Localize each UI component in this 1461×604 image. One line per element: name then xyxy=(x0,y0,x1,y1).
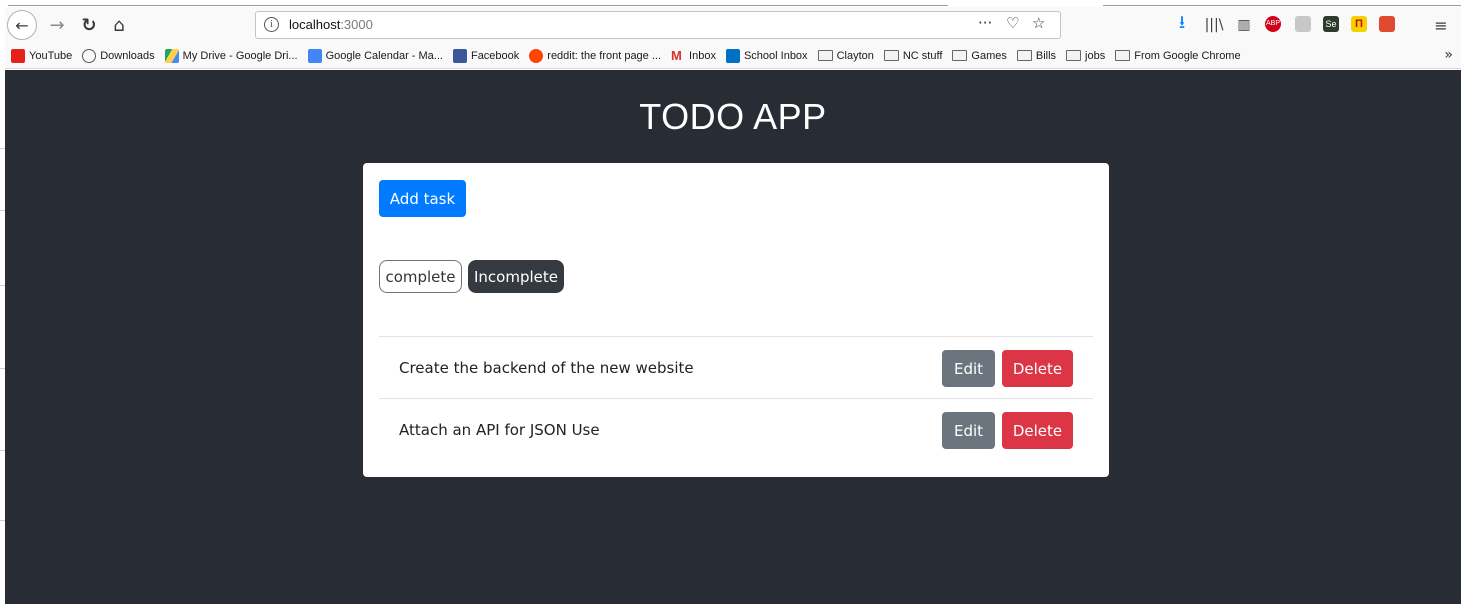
folder-icon xyxy=(1066,50,1082,61)
edit-task-button[interactable]: Edit xyxy=(942,350,995,387)
bookmark-reddit[interactable]: reddit: the front page ... xyxy=(529,48,662,63)
globe-icon xyxy=(82,48,97,63)
outlook-icon xyxy=(725,48,740,63)
home-button[interactable]: ⌂ xyxy=(107,11,131,39)
filter-complete-button[interactable]: complete xyxy=(379,260,462,293)
youtube-icon xyxy=(11,48,25,63)
extension-grey-icon[interactable] xyxy=(1295,16,1311,32)
folder-icon xyxy=(1115,50,1131,61)
extension-red-icon[interactable] xyxy=(1379,16,1395,32)
bookmark-label: Downloads xyxy=(100,49,155,62)
url-bar[interactable]: i localhost:3000 ··· ♡ ☆ xyxy=(255,11,1061,39)
bookmark-label: Google Calendar - Ma... xyxy=(325,49,443,62)
bookmark-folder-jobs[interactable]: jobs xyxy=(1066,50,1105,62)
drive-icon xyxy=(164,48,179,63)
delete-task-button[interactable]: Delete xyxy=(1002,412,1073,449)
info-icon[interactable]: i xyxy=(264,17,279,32)
task-label: Attach an API for JSON Use xyxy=(399,421,600,439)
calendar-icon xyxy=(307,48,322,63)
bookmark-my-drive[interactable]: My Drive - Google Dri... xyxy=(164,48,298,63)
home-icon: ⌂ xyxy=(113,14,125,36)
arrow-left-icon: ← xyxy=(15,15,29,35)
star-icon[interactable]: ☆ xyxy=(1032,14,1045,32)
bookmark-youtube[interactable]: YouTube xyxy=(11,48,73,63)
todo-card: Add task complete Incomplete Create the … xyxy=(363,163,1109,477)
bookmark-label: Inbox xyxy=(689,49,716,62)
folder-icon xyxy=(952,50,968,61)
bookmark-label: Bills xyxy=(1035,49,1057,62)
bookmark-folder-from-google-chrome[interactable]: From Google Chrome xyxy=(1115,49,1241,62)
facebook-icon xyxy=(452,48,467,63)
url-text[interactable]: localhost:3000 xyxy=(289,17,373,32)
url-host: localhost xyxy=(289,17,341,32)
window-top-strip xyxy=(0,0,1461,7)
task-row: Create the backend of the new website Ed… xyxy=(379,337,1093,399)
bookmark-label: jobs xyxy=(1085,49,1106,62)
adblock-icon[interactable]: ABP xyxy=(1265,16,1281,32)
top-divider-left xyxy=(8,5,948,6)
delete-task-button[interactable]: Delete xyxy=(1002,350,1073,387)
bookmark-label: Games xyxy=(971,49,1007,62)
bookmark-label: NC stuff xyxy=(902,49,943,62)
ellipsis-icon[interactable]: ··· xyxy=(978,14,992,32)
bookmark-label: From Google Chrome xyxy=(1134,49,1241,62)
folder-icon xyxy=(817,50,833,61)
bookmark-label: Facebook xyxy=(470,49,520,62)
folder-icon xyxy=(1016,50,1032,61)
pocket-icon[interactable]: ♡ xyxy=(1006,14,1019,32)
arrow-right-icon: → xyxy=(49,14,65,36)
bookmark-label: My Drive - Google Dri... xyxy=(182,49,298,62)
back-button[interactable]: ← xyxy=(7,10,37,40)
folder-icon xyxy=(883,50,899,61)
bookmark-label: reddit: the front page ... xyxy=(547,49,662,62)
filter-incomplete-button[interactable]: Incomplete xyxy=(468,260,564,293)
task-label: Create the backend of the new website xyxy=(399,359,694,377)
bookmark-folder-bills[interactable]: Bills xyxy=(1016,49,1057,62)
task-row: Attach an API for JSON Use Edit Delete xyxy=(379,399,1093,461)
bookmarks-overflow-button[interactable]: » xyxy=(1444,47,1453,63)
edit-task-button[interactable]: Edit xyxy=(942,412,995,449)
app-viewport: TODO APP Add task complete Incomplete Cr… xyxy=(5,70,1461,604)
library-icon[interactable]: |||\ xyxy=(1203,11,1225,39)
gmail-icon: M xyxy=(671,47,682,63)
bookmarks-toolbar: YouTube Downloads My Drive - Google Dri.… xyxy=(5,43,1461,69)
selenium-icon[interactable]: Se xyxy=(1323,16,1339,32)
bookmark-folder-games[interactable]: Games xyxy=(952,49,1007,62)
bookmark-google-calendar[interactable]: Google Calendar - Ma... xyxy=(307,48,443,63)
left-window-edge xyxy=(0,0,5,604)
url-port: :3000 xyxy=(340,17,373,32)
hamburger-icon[interactable]: ≡ xyxy=(1429,11,1453,39)
reload-button[interactable]: ↻ xyxy=(77,11,101,39)
bookmark-folder-nc-stuff[interactable]: NC stuff xyxy=(883,49,943,62)
bookmark-label: Clayton xyxy=(836,49,874,62)
add-task-button[interactable]: Add task xyxy=(379,180,466,217)
download-icon[interactable]: ⭳ xyxy=(1171,11,1193,39)
bookmark-label: YouTube xyxy=(29,49,73,62)
bookmark-facebook[interactable]: Facebook xyxy=(452,48,520,63)
forward-button[interactable]: → xyxy=(45,11,69,39)
browser-toolbar: ← → ↻ ⌂ i localhost:3000 ··· ♡ ☆ ⭳ |||\ … xyxy=(5,7,1461,43)
bookmark-inbox[interactable]: M Inbox xyxy=(671,47,716,63)
page-title: TODO APP xyxy=(639,96,827,137)
bookmark-downloads[interactable]: Downloads xyxy=(82,48,155,63)
bookmark-school-inbox[interactable]: School Inbox xyxy=(725,48,808,63)
top-divider-right xyxy=(1103,5,1461,6)
bookmark-label: School Inbox xyxy=(743,49,808,62)
sidebar-icon[interactable]: ▥ xyxy=(1233,11,1255,39)
bookmark-folder-clayton[interactable]: Clayton xyxy=(817,49,874,62)
reload-icon: ↻ xyxy=(81,14,97,36)
pi-extension-icon[interactable]: Π xyxy=(1351,16,1367,32)
reddit-icon xyxy=(529,48,544,63)
